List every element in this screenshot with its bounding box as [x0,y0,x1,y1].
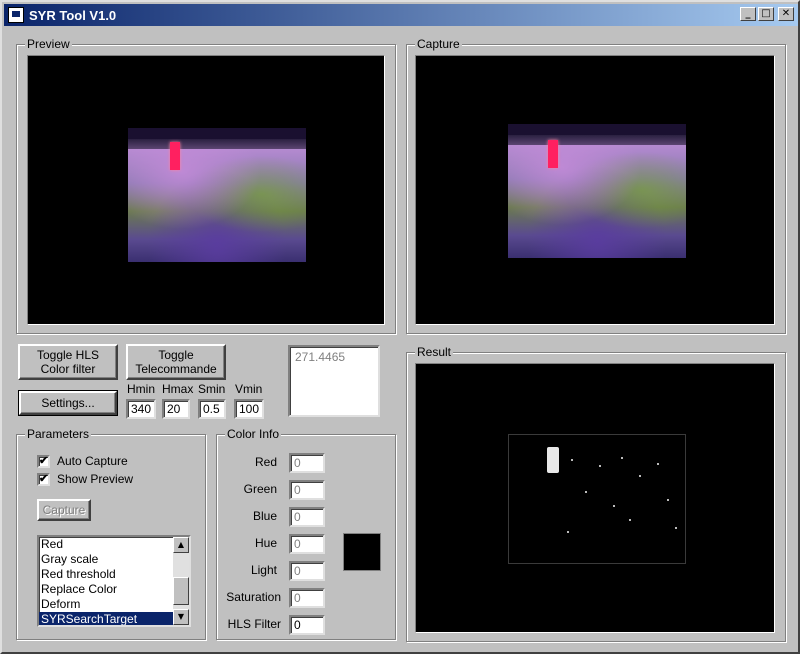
hmax-input[interactable]: 20 [162,399,190,419]
light-value: 0 [289,561,325,581]
hmax-label: Hmax [162,382,194,396]
filter-listbox-scrollbar[interactable]: ▲ ▼ [173,537,189,625]
settings-label: Settings... [41,396,95,410]
parameters-label: Parameters [25,427,92,441]
vmin-label: Vmin [235,382,263,396]
hls-filter-label: HLS Filter [227,617,281,631]
blue-label: Blue [252,509,277,523]
auto-capture-label[interactable]: Auto Capture [57,454,128,468]
result-mask-image [508,434,686,564]
capture-image [508,124,686,258]
green-value: 0 [289,480,325,500]
red-value: 0 [289,453,325,473]
toggle-hls-color-filter-button[interactable]: Toggle HLS Color filter [18,344,118,380]
title-bar[interactable]: SYR Tool V1.0 _ □ ✕ [4,4,798,26]
red-target-marker [548,140,558,168]
preview-viewport [27,55,385,325]
toggle-telecommande-button[interactable]: Toggle Telecommande [126,344,226,380]
result-label: Result [415,345,454,359]
color-swatch [343,533,381,571]
filter-list-item[interactable]: Replace Color [39,582,175,597]
show-preview-checkbox[interactable]: ✔ [37,473,50,486]
red-label: Red [254,455,277,469]
detected-target-blob [547,447,559,473]
result-viewport [415,363,775,633]
red-target-marker [170,142,180,170]
blue-value: 0 [289,507,325,527]
smin-label: Smin [198,382,226,396]
settings-button[interactable]: Settings... [18,390,118,416]
capture-button-label: Capture [42,503,86,517]
result-group: Result [406,345,786,642]
window-title: SYR Tool V1.0 [29,7,117,23]
scroll-down-button[interactable]: ▼ [173,609,189,625]
hmin-input[interactable]: 340 [126,399,156,419]
auto-capture-checkbox[interactable]: ✔ [37,455,50,468]
capture-label: Capture [415,37,462,51]
app-icon [8,7,24,23]
capture-button[interactable]: Capture [37,499,91,521]
filter-list-item[interactable]: Gray scale [39,552,175,567]
capture-group: Capture [406,37,786,334]
filter-list-item[interactable]: Red threshold [39,567,175,582]
toggle-hls-label: Toggle HLS Color filter [36,348,100,376]
color-info-group: Color Info Red 0 Green 0 Blue 0 Hue 0 Li… [216,427,396,640]
filter-listbox[interactable]: Red Gray scale Red threshold Replace Color D… [37,535,191,627]
scroll-thumb[interactable] [173,577,189,605]
hmin-label: Hmin [127,382,156,396]
capture-viewport [415,55,775,325]
filter-list-item[interactable]: Red [39,537,175,552]
vmin-input[interactable]: 100 [234,399,264,419]
light-label: Light [250,563,277,577]
preview-group: Preview [16,37,396,334]
window-controls: _ □ ✕ [740,7,794,21]
filter-list-item[interactable]: Deform [39,597,175,612]
toggle-telecommande-label: Toggle Telecommande [135,348,217,376]
green-label: Green [243,482,277,496]
close-button[interactable]: ✕ [778,7,794,21]
parameters-group: Parameters ✔ Auto Capture ✔ Show Preview… [16,427,206,640]
minimize-button[interactable]: _ [740,7,756,21]
preview-image [128,128,306,262]
preview-label: Preview [25,37,72,51]
maximize-button[interactable]: □ [758,7,774,21]
saturation-label: Saturation [226,590,281,604]
smin-input[interactable]: 0.5 [198,399,226,419]
color-info-label: Color Info [225,427,282,441]
app-window: SYR Tool V1.0 _ □ ✕ Preview Capture Resu… [0,0,800,654]
hls-filter-value[interactable]: 0 [289,615,325,635]
hue-value: 0 [289,534,325,554]
saturation-value: 0 [289,588,325,608]
filter-list-item[interactable]: SYRSearchTarget [39,612,175,625]
show-preview-label[interactable]: Show Preview [57,472,133,486]
scroll-up-button[interactable]: ▲ [173,537,189,553]
angle-readout: 271.4465 [288,345,380,417]
hue-label: Hue [254,536,277,550]
